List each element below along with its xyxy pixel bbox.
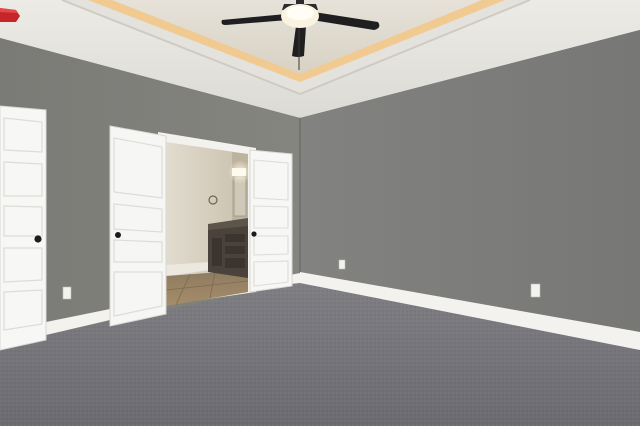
closet-door[interactable]	[0, 105, 47, 351]
wall-outlet	[62, 286, 72, 300]
bathroom-door-right[interactable]	[249, 149, 293, 293]
bathroom-doorway[interactable]	[158, 132, 256, 306]
room-scene	[0, 0, 640, 426]
door-knob-icon[interactable]	[115, 232, 121, 238]
bathroom-door-left[interactable]	[109, 125, 167, 327]
vanity-cabinet	[208, 218, 248, 278]
wall-outlet	[338, 259, 346, 270]
door-knob-icon[interactable]	[251, 231, 257, 237]
wall-outlet	[530, 283, 541, 298]
door-knob-icon[interactable]	[34, 235, 42, 243]
